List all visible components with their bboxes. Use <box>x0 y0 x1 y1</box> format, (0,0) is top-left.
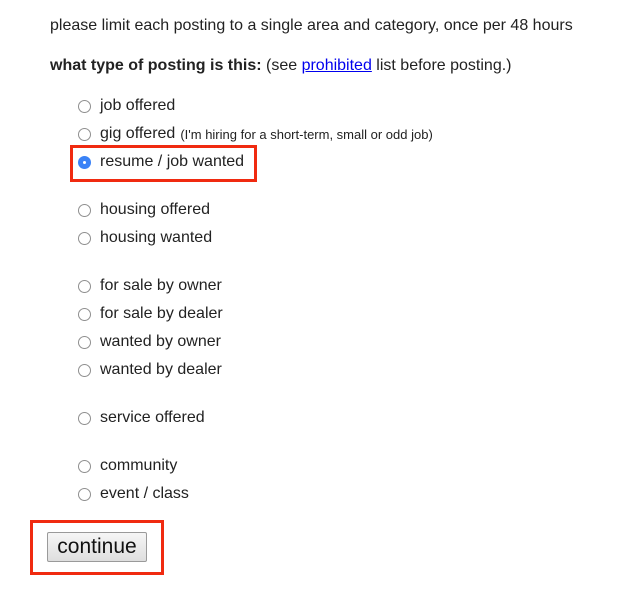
option-housing-offered[interactable]: housing offered <box>78 199 210 221</box>
option-event-class[interactable]: event / class <box>78 483 189 505</box>
posting-type-question: what type of posting is this: (see prohi… <box>50 57 511 75</box>
option-note: (I'm hiring for a short-term, small or o… <box>180 126 433 142</box>
option-for-sale-by-owner[interactable]: for sale by owner <box>78 275 222 297</box>
option-label: for sale by dealer <box>100 305 223 322</box>
radio-for-sale-by-dealer[interactable] <box>78 307 91 321</box>
radio-service-offered[interactable] <box>78 411 91 425</box>
question-text: (see <box>261 57 302 74</box>
radio-event-class[interactable] <box>78 487 91 501</box>
highlight-box-selected-option <box>70 145 257 182</box>
radio-gig-offered[interactable] <box>78 127 91 141</box>
option-for-sale-by-dealer[interactable]: for sale by dealer <box>78 303 223 325</box>
option-label: service offered <box>100 409 205 426</box>
option-label: housing wanted <box>100 229 213 246</box>
radio-wanted-by-dealer[interactable] <box>78 363 91 377</box>
radio-wanted-by-owner[interactable] <box>78 335 91 349</box>
radio-community[interactable] <box>78 459 91 473</box>
radio-housing-offered[interactable] <box>78 203 91 217</box>
option-housing-wanted[interactable]: housing wanted <box>78 227 212 249</box>
option-service-offered[interactable]: service offered <box>78 407 205 429</box>
radio-housing-wanted[interactable] <box>78 231 91 245</box>
posting-limit-notice: please limit each posting to a single ar… <box>50 17 573 34</box>
option-label: job offered <box>100 97 176 114</box>
option-label: wanted by dealer <box>100 361 222 378</box>
option-gig-offered[interactable]: gig offered (I'm hiring for a short-term,… <box>78 123 433 145</box>
option-label: housing offered <box>100 201 211 218</box>
radio-job-offered[interactable] <box>78 99 91 113</box>
option-community[interactable]: community <box>78 455 177 477</box>
option-label: event / class <box>100 485 189 502</box>
option-job-offered[interactable]: job offered <box>78 95 175 117</box>
option-label: for sale by owner <box>100 277 222 294</box>
option-label: wanted by owner <box>100 333 221 350</box>
prohibited-link[interactable]: prohibited <box>302 57 372 74</box>
question-label: what type of posting is this: <box>50 57 262 74</box>
question-text-tail: list before posting.) <box>371 57 512 74</box>
continue-button[interactable]: continue <box>47 532 147 562</box>
option-label: gig offered <box>100 125 176 142</box>
option-wanted-by-owner[interactable]: wanted by owner <box>78 331 221 353</box>
option-label: community <box>100 457 178 474</box>
option-wanted-by-dealer[interactable]: wanted by dealer <box>78 359 222 381</box>
radio-for-sale-by-owner[interactable] <box>78 279 91 293</box>
